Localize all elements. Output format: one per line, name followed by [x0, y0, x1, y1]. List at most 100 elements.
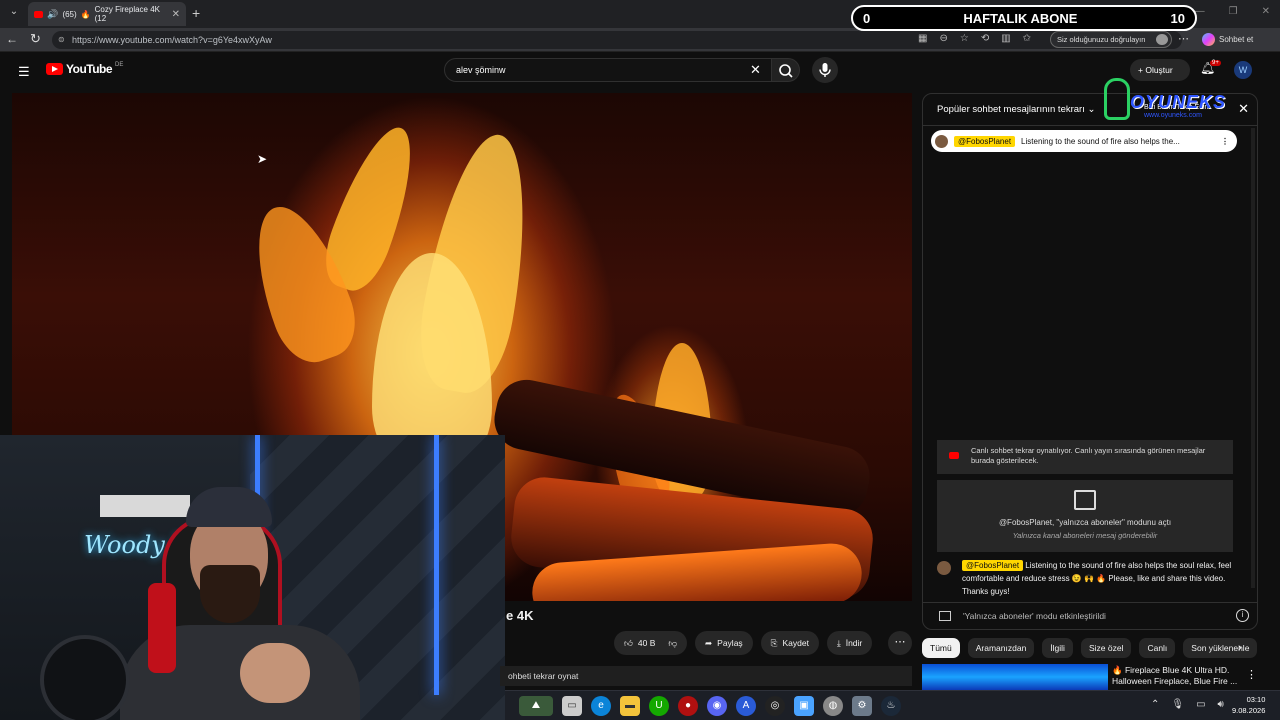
logo-subtext: www.oyuneks.com	[1144, 112, 1202, 119]
weekly-sub-current: 0	[863, 10, 871, 26]
chat-scrollbar[interactable]	[1251, 128, 1255, 588]
volume-icon[interactable]: 🔊︎	[1218, 699, 1224, 710]
chat-mode-dropdown[interactable]: Popüler sohbet mesajlarının tekrarı ⌄	[937, 104, 1095, 115]
tab-count: (65)	[62, 9, 77, 19]
new-tab-button[interactable]: +	[192, 5, 200, 21]
profile-avatar-icon	[1156, 34, 1168, 45]
file-icon[interactable]: ▭	[562, 696, 582, 716]
window-controls: — ❐ ✕	[1195, 6, 1270, 17]
favorites-icon[interactable]: ✩	[1023, 33, 1031, 44]
chip-from-search[interactable]: Aramanızdan	[967, 638, 1035, 658]
save-label: Kaydet	[782, 638, 809, 648]
share-label: Paylaş	[717, 638, 743, 648]
tray-expand-icon[interactable]: ⌃	[1151, 699, 1159, 710]
account-avatar[interactable]: W	[1234, 61, 1252, 79]
chevron-right-icon[interactable]: ›	[1238, 642, 1242, 654]
tab-title: Cozy Fireplace 4K (12	[94, 5, 160, 23]
chip-all[interactable]: Tümü	[922, 638, 960, 658]
copilot-button[interactable]: Sohbet et	[1202, 33, 1253, 46]
chip-live[interactable]: Canlı	[1139, 638, 1176, 658]
split-screen-icon[interactable]: ▥	[1001, 33, 1010, 44]
dislike-icon[interactable]: 👎︎	[668, 638, 677, 649]
record-app-icon[interactable]: ●	[678, 696, 698, 716]
message-username[interactable]: @FobosPlanet	[962, 560, 1024, 571]
weekly-sub-goal: 10	[1170, 10, 1185, 26]
close-chat-icon[interactable]: ✕	[1238, 101, 1249, 117]
os-taskbar: ⛰ ▭ e ▬ U ● ◉ A ◎ ▣ ◍ ⚙ ♨ ⌃ 🎙︎ ▭ 🔊︎ 03:1…	[505, 690, 1280, 720]
network-icon[interactable]: ▭	[1196, 699, 1205, 710]
mic-tray-icon[interactable]: 🎙︎	[1171, 699, 1184, 710]
clock-date: 9.08.2026	[1232, 706, 1266, 715]
taskbar-apps: ⛰ ▭ e ▬ U ● ◉ A ◎ ▣ ◍ ⚙ ♨	[519, 696, 901, 716]
clear-search-icon[interactable]: ✕	[750, 62, 761, 78]
system-clock[interactable]: 03:10 9.08.2026	[1232, 694, 1265, 716]
speaker-icon[interactable]: 🔊	[47, 9, 58, 20]
back-arrow-icon[interactable]: ←	[6, 32, 18, 46]
tab-list-chevron-icon[interactable]: ⌄	[6, 6, 22, 22]
voice-search-button[interactable]	[812, 57, 838, 83]
chip-recently-uploaded[interactable]: Son yüklenenle	[1183, 638, 1258, 658]
steam-icon[interactable]: ♨	[881, 696, 901, 716]
replay-system-message: Canlı sohbet tekrar oynatılıyor. Canlı y…	[937, 440, 1233, 474]
obs-icon[interactable]: ◎	[765, 696, 785, 716]
widgets-icon[interactable]: ⛰	[519, 696, 553, 716]
streamer-beard	[200, 565, 260, 623]
extension-icon[interactable]: ⟲	[981, 33, 989, 44]
zoom-icon[interactable]: ⊖	[939, 33, 947, 44]
discord-icon[interactable]: ◉	[707, 696, 727, 716]
studio-microphone	[148, 583, 176, 673]
maximize-icon[interactable]: ❐	[1229, 6, 1238, 17]
video-actions: 👍︎ 40 B 👎︎ ➦ Paylaş ⎘ Kaydet ⤓ İndir	[614, 631, 873, 655]
create-label: Oluştur	[1145, 65, 1173, 75]
menu-hamburger-icon[interactable]: ☰	[18, 64, 30, 80]
recommended-video-thumbnail[interactable]	[922, 664, 1108, 690]
share-button[interactable]: ➦ Paylaş	[695, 631, 753, 655]
settings-gear-icon[interactable]: ⚙	[852, 696, 872, 716]
grid-icon[interactable]: ▦	[918, 33, 927, 44]
browser-menu-icon[interactable]: ⋯	[1178, 32, 1189, 45]
download-label: İndir	[845, 638, 863, 648]
subscriptions-icon	[939, 611, 951, 621]
chip-for-you[interactable]: Size özel	[1080, 638, 1132, 658]
footer-text: 'Yalnızca aboneler' modu etkinleştirildi	[963, 611, 1106, 621]
recommendation-options-icon[interactable]: ⋮	[1246, 668, 1257, 681]
download-button[interactable]: ⤓ İndir	[826, 631, 873, 655]
recommended-video-title[interactable]: 🔥 Fireplace Blue 4K Ultra HD. Halloween …	[1112, 665, 1242, 687]
file-explorer-icon[interactable]: ▬	[620, 696, 640, 716]
thumbs-up-icon: 👍︎	[624, 637, 633, 648]
browser-tab-active[interactable]: 🔊 (65) 🔥 Cozy Fireplace 4K (12 ✕	[28, 2, 186, 26]
mode-title: @FobosPlanet, "yalnızca aboneler" modunu…	[998, 518, 1172, 527]
like-count: 40 B	[637, 638, 656, 648]
youtube-wordmark: YouTube	[66, 62, 113, 76]
more-actions-icon[interactable]: ⋯	[888, 631, 912, 655]
search-input[interactable]: alev şöminw	[444, 58, 772, 82]
verify-identity-button[interactable]: Siz olduğunuzu doğrulayın	[1050, 31, 1172, 48]
replay-chat-button[interactable]: ohbeti tekrar oynat	[500, 666, 912, 686]
save-button[interactable]: ⎘ Kaydet	[760, 631, 819, 655]
upwork-icon[interactable]: U	[649, 696, 669, 716]
mode-subtitle: Yalnızca kanal aboneleri mesaj gönderebi…	[1012, 531, 1158, 540]
info-icon[interactable]: i	[1236, 609, 1249, 622]
edge-browser-icon[interactable]: e	[591, 696, 611, 716]
system-line-2: burada gösterilecek.	[971, 456, 1039, 465]
chrome-icon[interactable]: ◍	[823, 696, 843, 716]
chip-related[interactable]: İlgili	[1042, 638, 1073, 658]
close-tab-icon[interactable]: ✕	[172, 9, 180, 20]
app-icon[interactable]: A	[736, 696, 756, 716]
pinned-message[interactable]: @FobosPlanet Listening to the sound of f…	[931, 130, 1237, 152]
favorite-star-icon[interactable]: ☆	[960, 33, 969, 44]
logo-text: OYUNEKS	[1130, 92, 1227, 112]
pinned-options-icon[interactable]: ⋮	[1221, 137, 1229, 146]
site-info-icon[interactable]: ⊜	[58, 35, 65, 44]
reload-icon[interactable]: ↻	[30, 31, 41, 47]
search-button[interactable]	[772, 58, 800, 82]
clock-time: 03:10	[1246, 695, 1266, 704]
like-button[interactable]: 👍︎ 40 B 👎︎	[614, 631, 688, 655]
monitor-app-icon[interactable]: ▣	[794, 696, 814, 716]
chat-footer: 'Yalnızca aboneler' modu etkinleştirildi…	[923, 602, 1257, 629]
youtube-logo[interactable]: YouTube DE	[46, 62, 123, 76]
system-tray: ⌃ 🎙︎ ▭ 🔊︎	[1151, 699, 1224, 710]
close-window-icon[interactable]: ✕	[1262, 6, 1270, 17]
pinned-username: @FobosPlanet	[954, 135, 1016, 147]
weekly-subscriber-goal-overlay: 0 HAFTALIK ABONE 10	[851, 5, 1197, 31]
